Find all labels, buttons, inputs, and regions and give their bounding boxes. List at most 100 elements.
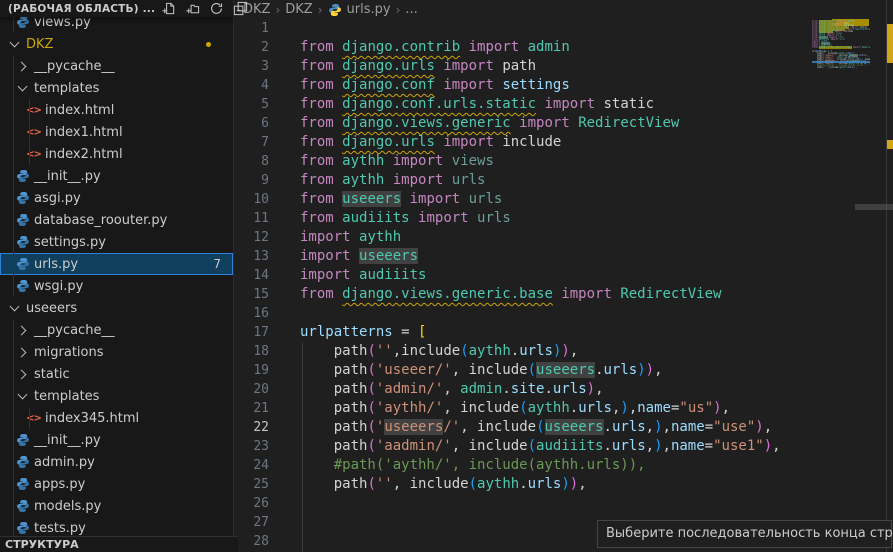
python-icon: [16, 235, 30, 249]
tree-indent-guide: [13, 209, 14, 231]
tree-indent-guide: [13, 319, 14, 341]
tree-indent-guide: [29, 99, 30, 121]
tree-item-wsgi.py[interactable]: wsgi.py: [0, 275, 233, 297]
code-line-7[interactable]: from django.urls import include: [300, 133, 840, 152]
code-line-2[interactable]: from django.contrib import admin: [300, 38, 840, 57]
tree-item-asgi.py[interactable]: asgi.py: [0, 187, 233, 209]
line-number: 27: [234, 513, 290, 532]
code-line-24[interactable]: #path('aythh/', include(aythh.urls)),: [300, 456, 840, 475]
code-line-6[interactable]: from django.views.generic import Redirec…: [300, 114, 840, 133]
tree-item-DKZ[interactable]: DKZ: [0, 33, 233, 55]
code-line-10[interactable]: from useeers import urls: [300, 190, 840, 209]
code-line-13[interactable]: import useeers: [300, 247, 840, 266]
tree-item-admin.py[interactable]: admin.py: [0, 451, 233, 473]
chevron-right-icon: [17, 61, 27, 71]
tree-item-label: __init__.py: [34, 169, 101, 184]
code-line-4[interactable]: from django.conf import settings: [300, 76, 840, 95]
tree-item-__init__.py[interactable]: __init__.py: [0, 165, 233, 187]
tree-item-label: apps.py: [34, 477, 85, 492]
code-line-19[interactable]: path('useeer/', include(useeers.urls)),: [300, 361, 840, 380]
tree-item-label: tests.py: [34, 521, 86, 536]
code-line-25[interactable]: path('', include(aythh.urls)),: [300, 475, 840, 494]
tree-item-settings.py[interactable]: settings.py: [0, 231, 233, 253]
code-line-18[interactable]: path('',include(aythh.urls)),: [300, 342, 840, 361]
code-line-8[interactable]: from aythh import views: [300, 152, 840, 171]
tree-item-__pycache__[interactable]: __pycache__: [0, 55, 233, 77]
code-line-3[interactable]: from django.urls import path: [300, 57, 840, 76]
problems-badge: 7: [213, 257, 221, 271]
tree-item-label: __pycache__: [34, 59, 114, 74]
breadcrumb-item[interactable]: ...: [405, 2, 417, 17]
tree-item-index.html[interactable]: <>index.html: [0, 99, 233, 121]
tree-item-label: index1.html: [45, 125, 123, 140]
tree-item-templates[interactable]: templates: [0, 77, 233, 99]
python-icon: [16, 455, 30, 469]
tree-item-database_roouter.py[interactable]: database_roouter.py: [0, 209, 233, 231]
tree-item-index1.html[interactable]: <>index1.html: [0, 121, 233, 143]
tree-item-urls.py[interactable]: urls.py7: [0, 253, 233, 275]
tree-item-apps.py[interactable]: apps.py: [0, 473, 233, 495]
code-line-1[interactable]: [300, 19, 840, 38]
line-number: 10: [234, 190, 290, 209]
gutter: 1234567891011121314151617181920212223242…: [234, 19, 290, 551]
python-icon: [16, 257, 30, 271]
tree-item-useeers[interactable]: useeers: [0, 297, 233, 319]
code-line-15[interactable]: from django.views.generic.base import Re…: [300, 285, 840, 304]
tree-item-index2.html[interactable]: <>index2.html: [0, 143, 233, 165]
code-line-22[interactable]: path('useeers/', include(useeers.urls,),…: [300, 418, 840, 437]
tree-item-__init__.py[interactable]: __init__.py: [0, 429, 233, 451]
code-line-23[interactable]: path('aadmin/', include(audiiits.urls,),…: [300, 437, 840, 456]
code-line-21[interactable]: path('aythh/', include(aythh.urls,),name…: [300, 399, 840, 418]
code-line-9[interactable]: from aythh import urls: [300, 171, 840, 190]
outline-title: СТРУКТУРА: [5, 538, 79, 551]
code-line-16[interactable]: [300, 304, 840, 323]
tree-item-label: wsgi.py: [34, 279, 83, 294]
ruler-warning-mark: [887, 24, 893, 63]
code-line-14[interactable]: import audiiits: [300, 266, 840, 285]
minimap[interactable]: from django.contrib import adminfrom dja…: [812, 19, 870, 139]
python-icon: [16, 477, 30, 491]
line-number: 8: [234, 152, 290, 171]
minimap-line: [812, 73, 870, 75]
code-line-17[interactable]: urlpatterns = [: [300, 323, 840, 342]
code-line-26[interactable]: [300, 494, 840, 513]
line-number: 23: [234, 437, 290, 456]
outline-section-header[interactable]: СТРУКТУРА: [0, 536, 238, 552]
line-number: 19: [234, 361, 290, 380]
tree-item-label: index.html: [45, 103, 114, 118]
tree-indent-guide: [13, 429, 14, 451]
line-number: 2: [234, 38, 290, 57]
explorer-section-header[interactable]: (РАБОЧАЯ ОБЛАСТЬ) ...: [0, 0, 233, 17]
tree-item-__pycache__[interactable]: __pycache__: [0, 319, 233, 341]
tree-item-index345.html[interactable]: <>index345.html: [0, 407, 233, 429]
chevron-down-icon: [10, 302, 20, 312]
tree-indent-guide: [13, 77, 14, 99]
editor-pane[interactable]: DKZ›DKZ›urls.py›... 12345678910111213141…: [234, 0, 893, 552]
python-icon: [16, 213, 30, 227]
code-line-20[interactable]: path('admin/', admin.site.urls),: [300, 380, 840, 399]
line-number: 21: [234, 399, 290, 418]
tree-item-label: index2.html: [45, 147, 123, 162]
tree-indent-guide: [29, 407, 30, 429]
refresh-icon[interactable]: [209, 1, 224, 16]
workspace-title: (РАБОЧАЯ ОБЛАСТЬ) ...: [0, 3, 155, 15]
code-line-5[interactable]: from django.conf.urls.static import stat…: [300, 95, 840, 114]
chevron-right-icon: [17, 369, 27, 379]
line-number: 9: [234, 171, 290, 190]
tree-item-static[interactable]: static: [0, 363, 233, 385]
tree-item-label: static: [34, 367, 70, 382]
tree-item-label: database_roouter.py: [34, 213, 167, 228]
code-line-11[interactable]: from audiiits import urls: [300, 209, 840, 228]
tree-item-migrations[interactable]: migrations: [0, 341, 233, 363]
new-file-icon[interactable]: [161, 1, 176, 16]
tree-indent-guide: [13, 143, 14, 165]
tree-indent-guide: [13, 385, 14, 407]
breadcrumb-item[interactable]: urls.py: [347, 2, 391, 17]
tree-item-models.py[interactable]: models.py: [0, 495, 233, 517]
collapse-all-icon[interactable]: [233, 1, 248, 16]
new-folder-icon[interactable]: [185, 1, 200, 16]
breadcrumb-item[interactable]: DKZ: [285, 2, 312, 17]
code-line-12[interactable]: import aythh: [300, 228, 840, 247]
python-icon: [16, 499, 30, 513]
tree-item-templates[interactable]: templates: [0, 385, 233, 407]
